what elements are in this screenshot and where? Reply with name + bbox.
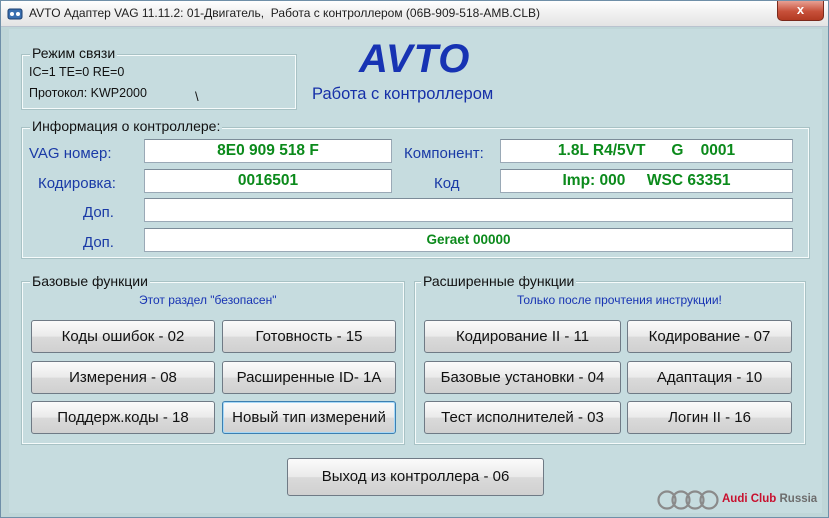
basic-functions-title: Базовые функции [30, 273, 150, 289]
audi-rings-icon [657, 490, 719, 510]
app-icon [7, 8, 23, 20]
vag-number-field: 8E0 909 518 F [144, 139, 392, 163]
brand-region: Russia [776, 493, 818, 505]
advanced-functions-note: Только после прочтения инструкции! [517, 293, 722, 307]
readiness-button[interactable]: Готовность - 15 [222, 320, 396, 353]
login-ii-button[interactable]: Логин II - 16 [627, 401, 792, 434]
coding-button[interactable]: Кодирование - 07 [627, 320, 792, 353]
close-icon: x [796, 2, 805, 17]
main-panel: Режим связи IC=1 TE=0 RE=0 Протокол: KWP… [9, 29, 822, 513]
controller-info-title: Информация о контроллере: [30, 118, 223, 134]
brand-label: Audi Club Russia [722, 493, 817, 505]
avto-logo: AVTO [359, 37, 471, 81]
extra1-label: Доп. [83, 204, 114, 221]
vag-number-label: VAG номер: [29, 145, 112, 162]
extra1-field [144, 198, 793, 222]
connection-group [21, 54, 297, 110]
measurements-button[interactable]: Измерения - 08 [31, 361, 215, 394]
exit-controller-button[interactable]: Выход из контроллера - 06 [287, 458, 544, 496]
cursor-mark: \ [195, 89, 199, 104]
adaptation-button[interactable]: Адаптация - 10 [627, 361, 792, 394]
app-window: AVTO Адаптер VAG 11.11.2: 01-Двигатель, … [0, 0, 829, 518]
extra2-field: Geraet 00000 [144, 228, 793, 252]
window-title: AVTO Адаптер VAG 11.11.2: 01-Двигатель, … [29, 6, 540, 20]
basic-functions-note: Этот раздел "безопасен" [139, 293, 277, 307]
connection-status: IC=1 TE=0 RE=0 [29, 65, 125, 79]
advanced-functions-title: Расширенные функции [421, 273, 577, 289]
coding-ii-button[interactable]: Кодирование II - 11 [424, 320, 621, 353]
supported-codes-button[interactable]: Поддерж.коды - 18 [31, 401, 215, 434]
connection-title: Режим связи [30, 45, 118, 61]
page-subtitle: Работа с контроллером [312, 85, 494, 103]
protocol-label: Протокол: KWP2000 [29, 86, 147, 100]
title-bar: AVTO Адаптер VAG 11.11.2: 01-Двигатель, … [1, 1, 828, 27]
basic-settings-button[interactable]: Базовые установки - 04 [424, 361, 621, 394]
extra2-label: Доп. [83, 234, 114, 251]
code-label: Код [434, 175, 460, 192]
new-measurement-type-button[interactable]: Новый тип измерений [222, 401, 396, 434]
extended-id-button[interactable]: Расширенные ID- 1A [222, 361, 396, 394]
fault-codes-button[interactable]: Коды ошибок - 02 [31, 320, 215, 353]
close-button[interactable]: x [777, 1, 824, 21]
component-field: 1.8L R4/5VT G 0001 [500, 139, 793, 163]
coding-label: Кодировка: [38, 175, 116, 192]
code-field: Imp: 000 WSC 63351 [500, 169, 793, 193]
output-tests-button[interactable]: Тест исполнителей - 03 [424, 401, 621, 434]
component-label: Компонент: [404, 145, 484, 162]
coding-field: 0016501 [144, 169, 392, 193]
brand-name: Audi Club [722, 493, 777, 505]
